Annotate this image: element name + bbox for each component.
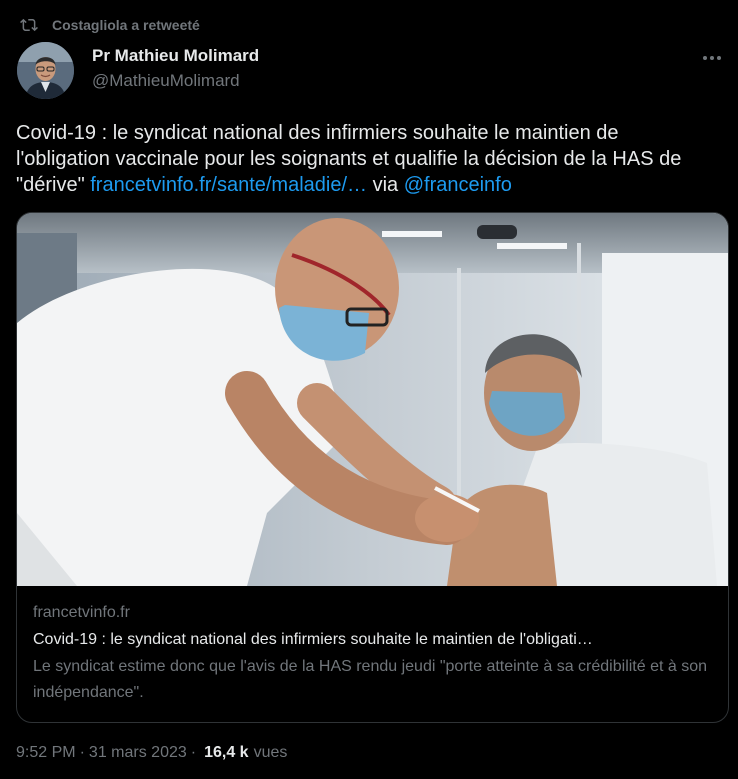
tweet-text: Covid-19 : le syndicat national des infi… [16,120,716,198]
retweet-label: Costagliola a retweeté [52,17,200,33]
card-title[interactable]: Covid-19 : le syndicat national des infi… [33,628,713,652]
separator: · [79,744,85,761]
card-domain: francetvinfo.fr [33,604,130,621]
tweet-mention[interactable]: @franceinfo [404,174,512,196]
author-handle[interactable]: @MathieuMolimard [92,71,240,91]
tweet-time[interactable]: 9:52 PM [16,744,76,762]
retweet-indicator[interactable]: Costagliola a retweeté [20,14,200,36]
card-image[interactable] [17,213,728,586]
more-icon[interactable] [698,44,726,72]
separator: · [190,744,197,761]
tweet-via: via [367,174,404,196]
link-card[interactable]: francetvinfo.fr Covid-19 : le syndicat n… [16,212,729,723]
tweet-date[interactable]: 31 mars 2023 [89,744,187,762]
avatar[interactable] [17,42,74,99]
tweet-footer: 9:52 PM · 31 mars 2023 · 16,4 k vues [16,744,287,762]
retweet-icon [20,18,38,32]
tweet-link[interactable]: francetvinfo.fr/sante/maladie/… [90,174,367,196]
card-description: Le syndicat estime donc que l'avis de la… [33,658,708,701]
card-meta: francetvinfo.fr Covid-19 : le syndicat n… [33,601,713,706]
views-label: vues [253,744,288,761]
author-name[interactable]: Pr Mathieu Molimard [92,46,259,66]
views-count: 16,4 k [204,744,249,761]
